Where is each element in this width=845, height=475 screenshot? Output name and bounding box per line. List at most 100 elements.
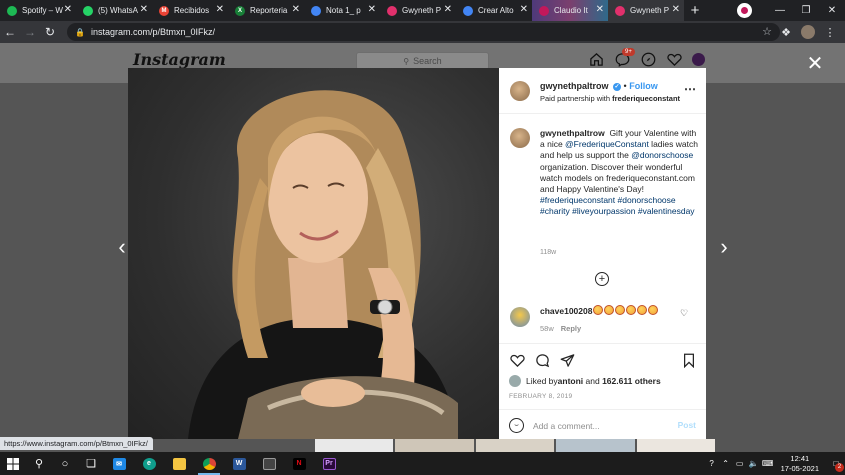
action-center-icon[interactable]: □2 bbox=[827, 452, 845, 475]
back-icon[interactable]: ← bbox=[0, 22, 20, 42]
home-icon[interactable] bbox=[588, 51, 605, 68]
windows-start-icon[interactable] bbox=[0, 452, 26, 475]
reload-icon[interactable]: ↻ bbox=[40, 22, 60, 42]
close-window-icon[interactable]: ✕ bbox=[819, 0, 845, 21]
post-comment-button[interactable]: Post bbox=[678, 420, 696, 430]
star-struck-emoji-icon bbox=[615, 305, 625, 315]
browser-tab[interactable]: Crear Alto ✕ bbox=[456, 0, 532, 21]
keyboard-icon[interactable]: ⌨ bbox=[761, 459, 775, 468]
browser-tab[interactable]: (5) WhatsA ✕ bbox=[76, 0, 152, 21]
notification-badge: 9+ bbox=[622, 48, 635, 56]
tab-close-icon[interactable]: ✕ bbox=[216, 4, 224, 16]
browser-tab[interactable]: X Reporteria ✕ bbox=[228, 0, 304, 21]
liked-user[interactable]: antoni bbox=[558, 376, 584, 386]
tab-close-icon[interactable]: ✕ bbox=[292, 4, 300, 16]
tab-close-icon[interactable]: ✕ bbox=[672, 4, 680, 16]
new-tab-icon[interactable]: + bbox=[684, 0, 706, 21]
menu-icon[interactable]: ⋮ bbox=[821, 22, 839, 42]
word-app-icon[interactable]: W bbox=[224, 452, 254, 475]
activity-heart-icon[interactable] bbox=[666, 51, 683, 68]
tab-close-icon[interactable]: ✕ bbox=[520, 4, 528, 16]
clock[interactable]: 12:41 17-05-2021 bbox=[781, 454, 819, 474]
tray-chevron-icon[interactable]: ⌃ bbox=[719, 459, 733, 468]
lock-icon: 🔒 bbox=[75, 27, 85, 37]
comment-bubble-icon[interactable] bbox=[534, 352, 550, 368]
explore-icon[interactable] bbox=[640, 51, 657, 68]
file-explorer-icon[interactable] bbox=[164, 452, 194, 475]
store-app-icon[interactable] bbox=[254, 452, 284, 475]
search-taskbar-icon[interactable]: ⚲ bbox=[26, 452, 52, 475]
add-comment-bar: ⌣ Add a comment... Post bbox=[499, 409, 706, 441]
author-avatar[interactable] bbox=[510, 81, 530, 101]
profile-avatar[interactable] bbox=[801, 25, 815, 39]
minimize-icon[interactable]: — bbox=[767, 0, 793, 21]
address-url: instagram.com/p/Btmxn_0IFkz/ bbox=[90, 27, 216, 37]
next-post-arrow-icon[interactable]: › bbox=[716, 236, 732, 258]
more-options-icon[interactable]: ⋯ bbox=[684, 82, 697, 96]
tab-close-icon[interactable]: ✕ bbox=[596, 4, 604, 16]
tab-favicon-icon bbox=[463, 5, 473, 16]
load-more-comments-icon[interactable]: + bbox=[595, 272, 609, 286]
user-avatar[interactable] bbox=[692, 53, 705, 66]
tab-close-icon[interactable]: ✕ bbox=[64, 4, 72, 16]
browser-tab[interactable]: Nota 1_ p ✕ bbox=[304, 0, 380, 21]
caption-link[interactable]: #valentinesday bbox=[638, 206, 695, 216]
extension-record-icon[interactable] bbox=[737, 3, 752, 18]
tab-favicon-icon bbox=[615, 5, 625, 16]
premiere-app-icon[interactable]: Pr bbox=[314, 452, 344, 475]
partner-link[interactable]: frederiqueconstant bbox=[612, 94, 680, 103]
comment-time: 58w bbox=[540, 324, 554, 333]
caption-avatar[interactable] bbox=[510, 128, 530, 148]
share-icon[interactable] bbox=[559, 352, 575, 368]
forward-icon[interactable]: → bbox=[20, 22, 40, 42]
add-comment-input[interactable]: Add a comment... bbox=[533, 421, 600, 431]
caption-link[interactable]: @donorschoose bbox=[631, 150, 693, 160]
volume-icon[interactable]: 🔈 bbox=[747, 459, 761, 468]
author-username[interactable]: gwynethpaltrow bbox=[540, 81, 609, 91]
emoji-icon[interactable]: ⌣ bbox=[509, 418, 524, 433]
network-icon[interactable]: ▭ bbox=[733, 459, 747, 468]
help-icon[interactable]: ? bbox=[705, 459, 719, 468]
extensions-icon[interactable]: ❖ bbox=[777, 22, 795, 42]
caption-link[interactable]: @FrederiqueConstant bbox=[565, 139, 649, 149]
bookmark-star-icon[interactable]: ☆ bbox=[762, 25, 772, 38]
browser-tab[interactable]: Gwyneth P ✕ bbox=[380, 0, 456, 21]
restore-icon[interactable]: ❐ bbox=[793, 0, 819, 21]
liked-count[interactable]: 162.611 others bbox=[602, 376, 661, 386]
browser-tab[interactable]: Spotify – W ✕ bbox=[0, 0, 76, 21]
caption-link[interactable]: #frederiqueconstant bbox=[540, 195, 615, 205]
like-comment-heart-icon[interactable]: ♡ bbox=[680, 308, 688, 319]
instagram-nav bbox=[588, 51, 705, 68]
instagram-logo[interactable]: Instagram bbox=[133, 50, 226, 69]
tab-close-icon[interactable]: ✕ bbox=[444, 4, 452, 16]
follow-button[interactable]: Follow bbox=[629, 81, 658, 91]
browser-tab[interactable]: Claudio It ✕ bbox=[532, 0, 608, 21]
chrome-app-icon[interactable] bbox=[194, 452, 224, 475]
tab-title: Reporteria bbox=[250, 6, 288, 15]
comment-username[interactable]: chave100208 bbox=[540, 306, 592, 316]
netflix-app-icon[interactable]: N bbox=[284, 452, 314, 475]
like-heart-icon[interactable] bbox=[509, 352, 525, 368]
edge-app-icon[interactable]: e bbox=[134, 452, 164, 475]
status-bar-url: https://www.instagram.com/p/Btmxn_0IFkz/ bbox=[0, 437, 153, 450]
search-icon: ⚲ bbox=[403, 56, 410, 66]
reply-button[interactable]: Reply bbox=[561, 324, 581, 333]
browser-tab[interactable]: Gwyneth P ✕ bbox=[608, 0, 684, 21]
close-modal-icon[interactable]: ✕ bbox=[806, 54, 824, 74]
tab-close-icon[interactable]: ✕ bbox=[368, 4, 376, 16]
post-date: FEBRUARY 8, 2019 bbox=[509, 393, 573, 400]
caption-link[interactable]: #donorschoose bbox=[618, 195, 676, 205]
save-bookmark-icon[interactable] bbox=[681, 352, 697, 368]
caption-username[interactable]: gwynethpaltrow bbox=[540, 128, 605, 138]
tab-close-icon[interactable]: ✕ bbox=[140, 4, 148, 16]
liker-avatar bbox=[509, 375, 521, 387]
mail-app-icon[interactable]: ✉ bbox=[104, 452, 134, 475]
address-bar[interactable]: 🔒 instagram.com/p/Btmxn_0IFkz/ ☆ bbox=[67, 23, 780, 41]
caption-link[interactable]: #liveyourpassion bbox=[572, 206, 635, 216]
caption-link[interactable]: #charity bbox=[540, 206, 570, 216]
commenter-avatar[interactable] bbox=[510, 307, 530, 327]
cortana-icon[interactable]: ○ bbox=[52, 452, 78, 475]
browser-tab[interactable]: M Recibidos ✕ bbox=[152, 0, 228, 21]
task-view-icon[interactable]: ❏ bbox=[78, 452, 104, 475]
search-placeholder: Search bbox=[413, 56, 442, 66]
